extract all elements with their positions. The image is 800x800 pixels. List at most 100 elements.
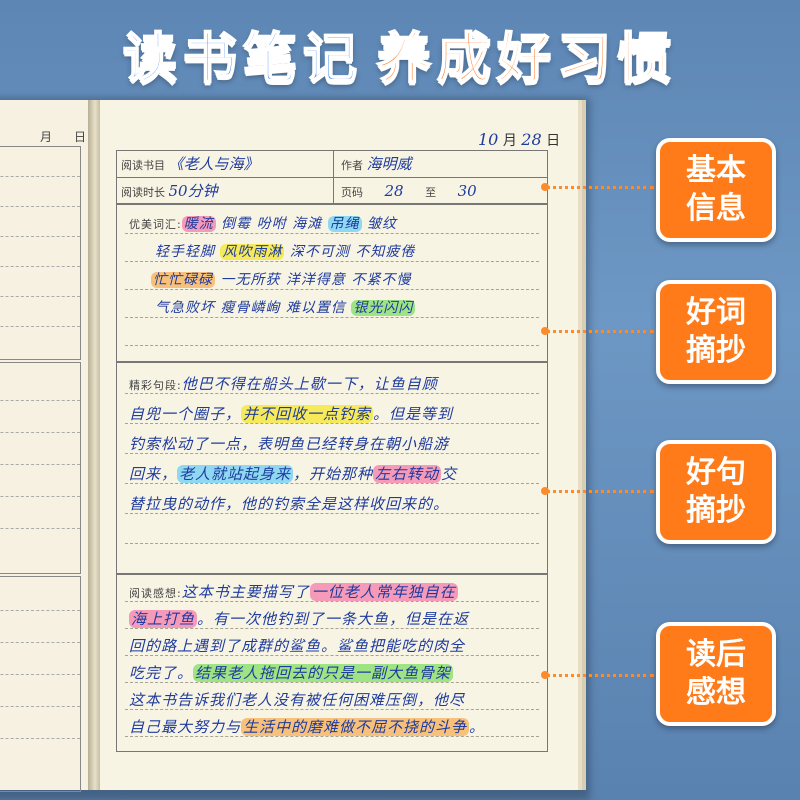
ruled-line	[125, 543, 539, 544]
highlighted-text: 吊绳	[327, 216, 362, 232]
words-line-1: 优美词汇: 暖流 倒霉 吩咐 海滩 吊绳 皱纹	[129, 213, 543, 233]
words-line-2: 轻手轻脚 风吹雨淋 深不可测 不知疲倦	[129, 241, 569, 261]
handwritten-text: 。有一次他钓到了一条大鱼，但是在返	[197, 610, 470, 628]
page-to: 30	[457, 182, 477, 200]
handwritten-text: 倒霉 吩咐 海滩	[215, 216, 328, 232]
left-page-rule	[0, 206, 80, 207]
sentences-line-5: 替拉曳的动作，他的钓索全是这样收回来的。	[129, 493, 543, 514]
sentences-line-2: 自兜一个圈子， 并不回收一点钓索 。但是等到	[129, 403, 543, 424]
callout-line1: 好词	[686, 295, 746, 330]
handwritten-text: 。但是等到	[373, 405, 454, 423]
handwritten-text: 钓索松动了一点，表明鱼已经转身在朝小船游	[129, 435, 450, 453]
handwritten-text: 自己最大努力与	[129, 718, 242, 736]
handwritten-text: 交	[441, 465, 458, 483]
callout-connector-dot	[541, 327, 549, 335]
callout-connector	[546, 330, 654, 333]
ruled-line	[125, 289, 539, 290]
callout-basic-info: 基本 信息	[656, 138, 776, 242]
thoughts-line-3: 回的路上遇到了成群的鲨鱼。鲨鱼把能吃的肉全	[129, 635, 543, 656]
left-page-rule	[0, 236, 80, 237]
left-month-label: 月	[40, 130, 53, 144]
left-page-rule	[0, 610, 80, 611]
left-page-rule	[0, 326, 80, 327]
left-page-rule	[0, 464, 80, 465]
left-page-box	[0, 362, 81, 574]
highlighted-text: 风吹雨淋	[220, 244, 285, 260]
highlighted-text: 一位老人常年独自在	[309, 583, 458, 601]
highlighted-text: 并不回收一点钓索	[241, 405, 374, 423]
ruled-line	[125, 233, 539, 234]
callout-line1: 读后	[686, 637, 746, 672]
date-month-label: 月	[502, 133, 517, 149]
date-day-label: 日	[546, 133, 561, 149]
handwritten-text: 吃完了。	[129, 664, 194, 682]
words-line-3: 忙忙碌碌 一无所获 洋洋得意 不紧不慢	[129, 269, 565, 289]
left-page-rule	[0, 176, 80, 177]
thoughts-line-1: 阅读感想:这本书主要描写了 一位老人常年独自在	[129, 581, 543, 602]
handwritten-text: 回来，	[129, 465, 178, 483]
left-page-rule	[0, 496, 80, 497]
author-value: 海明威	[366, 155, 412, 173]
author-label: 作者	[341, 159, 363, 172]
info-row-book: 阅读书目 《老人与海》 作者 海明威	[117, 151, 547, 177]
page-to-label: 至	[425, 186, 437, 199]
callout-connector-dot	[541, 183, 549, 191]
headline: 读书笔记 养成好习惯	[0, 14, 800, 91]
sentences-line-4: 回来， 老人就站起身来 ，开始那种 左右转动交	[129, 463, 543, 484]
highlighted-text: 暖流	[181, 216, 216, 232]
book-value: 《老人与海》	[168, 155, 259, 173]
callout-connector	[546, 186, 654, 189]
left-page-rule	[0, 400, 80, 401]
callout-line2: 感想	[686, 675, 746, 710]
callout-line2: 信息	[686, 191, 746, 226]
handwritten-text: 轻手轻脚	[155, 244, 221, 260]
handwritten-text: 皱纹	[361, 216, 397, 232]
sentences-label: 精彩句段:	[129, 379, 182, 392]
callout-thoughts: 读后 感想	[656, 622, 776, 726]
time-value: 50分钟	[168, 182, 218, 200]
left-page-rule	[0, 674, 80, 675]
highlighted-text: 老人就站起身来	[177, 465, 294, 483]
callout-connector	[546, 674, 654, 677]
book-label: 阅读书目	[121, 159, 165, 172]
headline-part1: 读书笔记	[122, 26, 363, 91]
handwritten-text: 深不可测 不知疲倦	[284, 244, 416, 260]
callout-line1: 好句	[686, 455, 746, 490]
date-day: 28	[521, 130, 542, 149]
handwritten-text: 回的路上遇到了成群的鲨鱼。鲨鱼把能吃的肉全	[129, 637, 466, 655]
highlighted-text: 忙忙碌碌	[151, 272, 215, 288]
words-line-4: 气急败坏 瘦骨嶙峋 难以置信 银光闪闪	[129, 297, 569, 317]
highlighted-text: 生活中的磨难做不屈不挠的斗争	[241, 718, 470, 736]
handwritten-text: 自兜一个圈子，	[129, 405, 242, 423]
date-month: 10	[478, 130, 499, 149]
handwritten-text: 这本书告诉我们老人没有被任何困难压倒，他尽	[129, 691, 466, 709]
pages-label: 页码	[341, 186, 363, 199]
highlighted-text: 左右转动	[373, 465, 442, 483]
headline-part2: 养成好习惯	[376, 26, 677, 91]
handwritten-text: 。	[469, 718, 486, 736]
left-page-rule	[0, 706, 80, 707]
callout-connector-dot	[541, 487, 549, 495]
callout-sentences: 好句 摘抄	[656, 440, 776, 544]
left-page-rule	[0, 432, 80, 433]
thoughts-line-6: 自己最大努力与 生活中的磨难做不屈不挠的斗争。	[129, 716, 543, 737]
callout-line2: 摘抄	[686, 493, 746, 528]
left-page-rule	[0, 266, 80, 267]
ruled-line	[125, 345, 539, 346]
info-row-time: 阅读时长 50分钟 页码 28 至 30	[117, 177, 547, 204]
thoughts-line-2: 海上打鱼 。有一次他钓到了一条大鱼，但是在返	[129, 608, 543, 629]
thoughts-line-5: 这本书告诉我们老人没有被任何困难压倒，他尽	[129, 689, 543, 710]
left-page-rule	[0, 642, 80, 643]
handwritten-text: 气急败坏 瘦骨嶙峋 难以置信	[155, 300, 352, 316]
sentences-line-3: 钓索松动了一点，表明鱼已经转身在朝小船游	[129, 433, 543, 454]
time-label: 阅读时长	[121, 186, 165, 199]
entry-date: 10 月 28 日	[478, 130, 560, 150]
callout-connector	[546, 490, 654, 493]
callout-line1: 基本	[686, 153, 746, 188]
left-page-box	[0, 576, 81, 792]
left-page-rule	[0, 738, 80, 739]
sentences-line-1: 精彩句段:他巴不得在船头上歇一下，让鱼自顾	[129, 373, 543, 394]
callout-connector-dot	[541, 671, 549, 679]
left-page-rule	[0, 528, 80, 529]
handwritten-text: ，开始那种	[293, 465, 374, 483]
